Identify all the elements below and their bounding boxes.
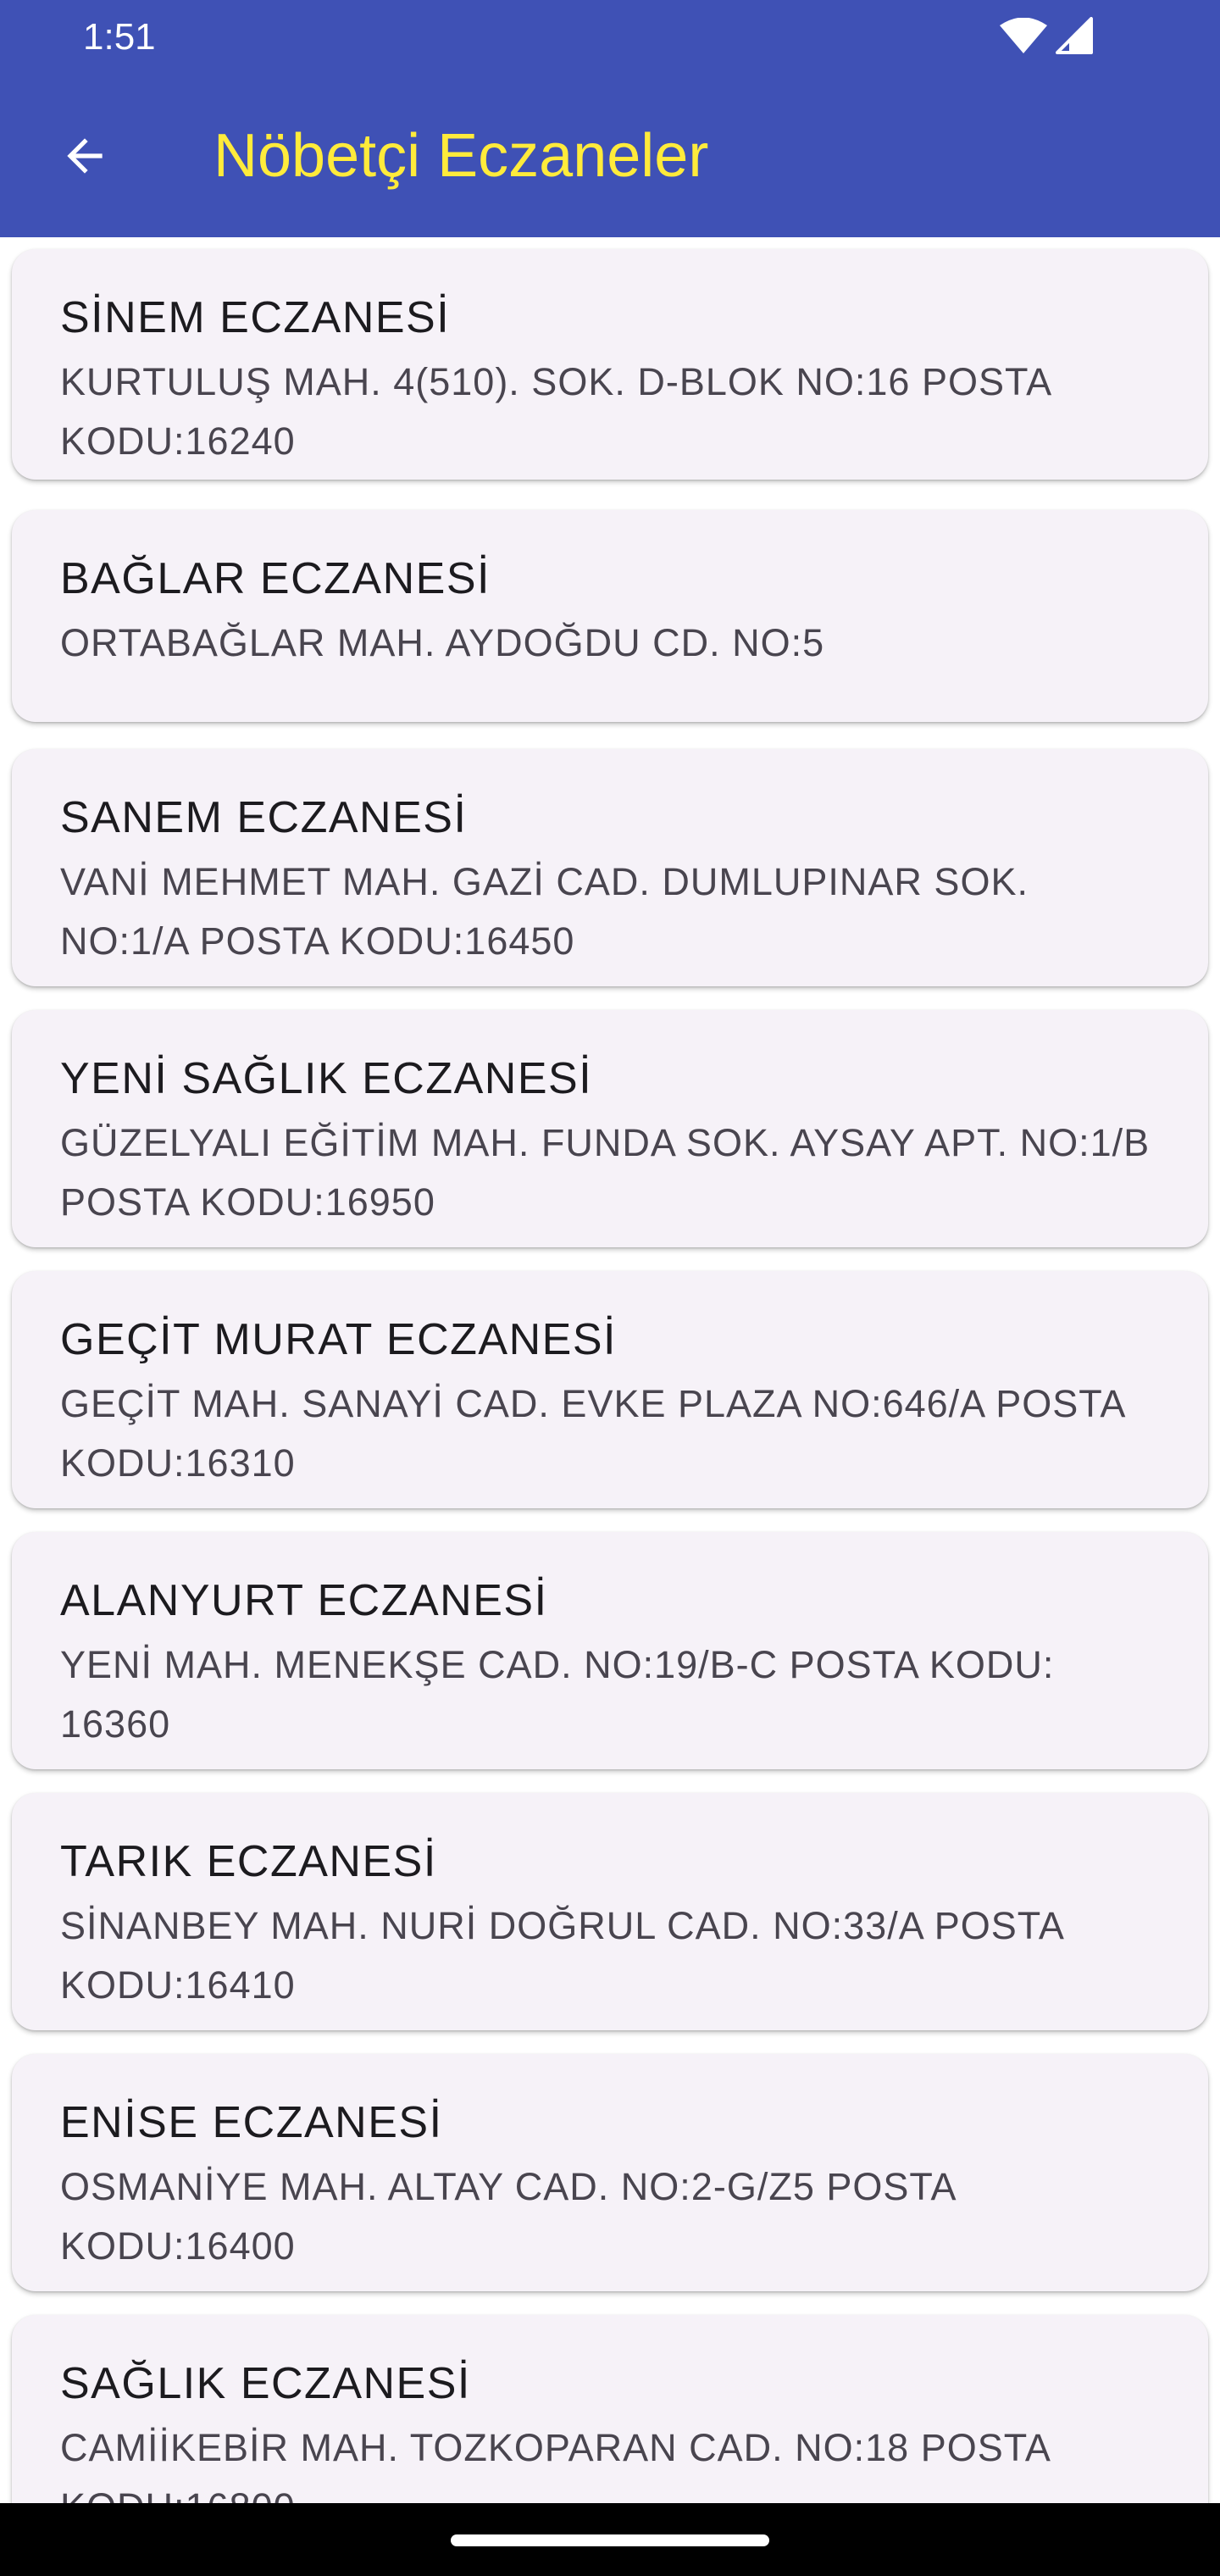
pharmacy-card[interactable]: SİNEM ECZANESİ KURTULUŞ MAH. 4(510). SOK… — [12, 249, 1208, 480]
pharmacy-address: GÜZELYALI EĞİTİM MAH. FUNDA SOK. AYSAY A… — [60, 1121, 1151, 1224]
pharmacy-card[interactable]: ALANYURT ECZANESİ YENİ MAH. MENEKŞE CAD.… — [12, 1532, 1208, 1769]
wifi-icon — [1000, 17, 1047, 58]
back-button[interactable] — [44, 117, 125, 198]
pharmacy-address: KURTULUŞ MAH. 4(510). SOK. D-BLOK NO:16 … — [60, 360, 1051, 463]
pharmacy-list[interactable]: SİNEM ECZANESİ KURTULUŞ MAH. 4(510). SOK… — [0, 237, 1220, 2503]
pharmacy-name: BAĞLAR ECZANESİ — [60, 554, 491, 603]
status-icons — [1000, 16, 1093, 58]
pharmacy-name: YENİ SAĞLIK ECZANESİ — [60, 1054, 593, 1103]
status-time: 1:51 — [83, 16, 156, 58]
navigation-bar — [0, 2503, 1220, 2576]
signal-icon — [1056, 16, 1093, 58]
pharmacy-card[interactable]: TARIK ECZANESİ SİNANBEY MAH. NURİ DOĞRUL… — [12, 1793, 1208, 2030]
app-bar: Nöbetçi Eczaneler — [0, 75, 1220, 237]
pharmacy-address: OSMANİYE MAH. ALTAY CAD. NO:2-G/Z5 POSTA… — [60, 2165, 956, 2268]
pharmacy-card[interactable]: BAĞLAR ECZANESİ ORTABAĞLAR MAH. AYDOĞDU … — [12, 510, 1208, 722]
pharmacy-name: SAĞLIK ECZANESİ — [60, 2359, 471, 2408]
pharmacy-name: TARIK ECZANESİ — [60, 1837, 437, 1886]
pharmacy-card[interactable]: SANEM ECZANESİ VANİ MEHMET MAH. GAZİ CAD… — [12, 749, 1208, 986]
pharmacy-address: CAMİİKEBİR MAH. TOZKOPARAN CAD. NO:18 PO… — [60, 2426, 1050, 2503]
pharmacy-card[interactable]: SAĞLIK ECZANESİ CAMİİKEBİR MAH. TOZKOPAR… — [12, 2315, 1208, 2503]
pharmacy-name: SİNEM ECZANESİ — [60, 293, 451, 342]
pharmacy-card[interactable]: GEÇİT MURAT ECZANESİ GEÇİT MAH. SANAYİ C… — [12, 1271, 1208, 1508]
pharmacy-name: SANEM ECZANESİ — [60, 793, 468, 842]
page-title: Nöbetçi Eczaneler — [214, 122, 709, 190]
pharmacy-address: ORTABAĞLAR MAH. AYDOĞDU CD. NO:5 — [60, 621, 825, 664]
pharmacy-address: GEÇİT MAH. SANAYİ CAD. EVKE PLAZA NO:646… — [60, 1382, 1124, 1485]
home-indicator[interactable] — [451, 2534, 769, 2546]
pharmacy-name: ALANYURT ECZANESİ — [60, 1576, 548, 1625]
arrow-back-icon — [58, 130, 111, 186]
pharmacy-card[interactable]: ENİSE ECZANESİ OSMANİYE MAH. ALTAY CAD. … — [12, 2054, 1208, 2291]
pharmacy-address: YENİ MAH. MENEKŞE CAD. NO:19/B-C POSTA K… — [60, 1643, 1055, 1746]
pharmacy-address: VANİ MEHMET MAH. GAZİ CAD. DUMLUPINAR SO… — [60, 860, 1029, 963]
pharmacy-address: SİNANBEY MAH. NURİ DOĞRUL CAD. NO:33/A P… — [60, 1904, 1063, 2007]
status-bar: 1:51 — [0, 0, 1220, 75]
pharmacy-card[interactable]: YENİ SAĞLIK ECZANESİ GÜZELYALI EĞİTİM MA… — [12, 1010, 1208, 1247]
pharmacy-name: GEÇİT MURAT ECZANESİ — [60, 1315, 617, 1364]
pharmacy-name: ENİSE ECZANESİ — [60, 2098, 443, 2147]
